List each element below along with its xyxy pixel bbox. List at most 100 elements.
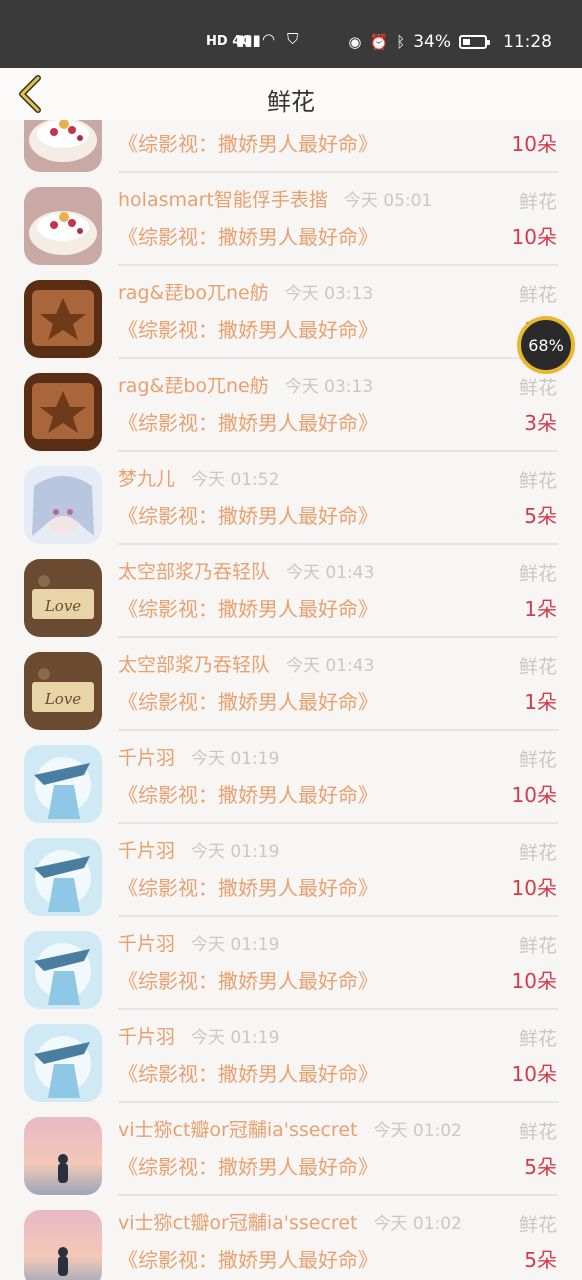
avatar[interactable]: [24, 838, 102, 916]
list-item[interactable]: 千片羽 今天 01:19 鲜花 《综影视：撒娇男人最好命》 10朵: [0, 1012, 582, 1105]
send-time: 今天 01:19: [191, 749, 280, 769]
send-time: 今天 01:19: [191, 842, 280, 862]
bluetooth-icon: ᛒ: [396, 32, 406, 51]
gift-count: 10朵: [511, 225, 557, 249]
list-item[interactable]: 千片羽 今天 01:19 鲜花 《综影视：撒娇男人最好命》 10朵: [0, 733, 582, 826]
gift-count: 10朵: [511, 969, 557, 993]
book-title: 《综影视：撒娇男人最好命》: [118, 132, 378, 156]
list-item[interactable]: 千片羽 今天 01:19 鲜花 《综影视：撒娇男人最好命》 10朵: [0, 919, 582, 1012]
avatar[interactable]: [24, 1210, 102, 1280]
gift-list[interactable]: 《综影视：撒娇男人最好命》 10朵 holasmart智能俘手表揩 今天 05:0…: [0, 120, 582, 1280]
sender-name: 千片羽 今天 01:19: [118, 1022, 279, 1049]
book-title: 《综影视：撒娇男人最好命》: [118, 1155, 378, 1179]
book-title: 《综影视：撒娇男人最好命》: [118, 969, 378, 993]
sender-name: vi士猕ct瓣or冠黼ia'ssecret 今天 01:02: [118, 1208, 462, 1235]
gift-count: 1朵: [524, 597, 557, 621]
gift-type: 鲜花: [518, 656, 557, 678]
send-time: 今天 05:01: [343, 191, 433, 211]
list-item[interactable]: holasmart智能俘手表揩 今天 05:01 鲜花 《综影视：撒娇男人最好命》…: [0, 175, 582, 268]
send-time: 今天 03:13: [284, 284, 374, 304]
gift-count: 10朵: [511, 783, 557, 807]
sender-name-text: 千片羽: [118, 747, 176, 769]
book-title: 《综影视：撒娇男人最好命》: [118, 318, 378, 342]
avatar[interactable]: [24, 466, 102, 544]
gift-type: 鲜花: [518, 377, 557, 399]
row-divider: [118, 636, 558, 638]
sender-name: vi士猕ct瓣or冠黼ia'ssecret 今天 01:02: [118, 1115, 462, 1142]
send-time: 今天 01:43: [286, 656, 375, 676]
send-time: 今天 01:19: [191, 1028, 280, 1048]
gift-type: 鲜花: [518, 749, 557, 771]
avatar[interactable]: [24, 120, 102, 172]
gift-type: 鲜花: [518, 1214, 557, 1236]
sender-name-text: vi士猕ct瓣or冠黼ia'ssecret: [118, 1119, 358, 1141]
floating-progress-ball[interactable]: 68%: [517, 316, 575, 374]
row-divider: [118, 822, 558, 824]
clock: 11:28: [503, 32, 552, 52]
row-divider: [118, 1194, 558, 1196]
sender-name: 千片羽 今天 01:19: [118, 836, 279, 863]
book-title: 《综影视：撒娇男人最好命》: [118, 876, 378, 900]
avatar[interactable]: [24, 931, 102, 1009]
svg-text:Love: Love: [44, 690, 81, 708]
signal-icon: ▮▮▮: [236, 31, 261, 49]
row-divider: [118, 171, 558, 173]
send-time: 今天 03:13: [284, 377, 374, 397]
book-title: 《综影视：撒娇男人最好命》: [118, 411, 378, 435]
list-item[interactable]: rag&琵bo兀ne舫今天 03:13 鲜花 《综影视：撒娇男人最好命》 3朵: [0, 268, 582, 361]
book-title: 《综影视：撒娇男人最好命》: [118, 1248, 378, 1272]
list-item[interactable]: Love 太空部浆乃吞轻队 今天 01:43 鲜花 《综影视：撒娇男人最好命》 1…: [0, 547, 582, 640]
gift-type: 鲜花: [518, 284, 557, 306]
sender-name: 梦九儿 今天 01:52: [118, 464, 279, 491]
book-title: 《综影视：撒娇男人最好命》: [118, 504, 378, 528]
gift-count: 10朵: [511, 876, 557, 900]
send-time: 今天 01:19: [191, 935, 280, 955]
gift-type: 鲜花: [518, 1028, 557, 1050]
row-divider: [118, 729, 558, 731]
gift-type: 鲜花: [518, 842, 557, 864]
list-item[interactable]: 千片羽 今天 01:19 鲜花 《综影视：撒娇男人最好命》 10朵: [0, 826, 582, 919]
list-item[interactable]: 梦九儿 今天 01:52 鲜花 《综影视：撒娇男人最好命》 5朵: [0, 454, 582, 547]
sender-name-text: 太空部浆乃吞轻队: [118, 654, 271, 676]
gift-count: 5朵: [524, 1248, 557, 1272]
book-title: 《综影视：撒娇男人最好命》: [118, 225, 378, 249]
sender-name: 千片羽 今天 01:19: [118, 743, 279, 770]
avatar[interactable]: [24, 1117, 102, 1195]
send-time: 今天 01:43: [286, 563, 375, 583]
sender-name-text: rag&琵bo兀ne舫: [118, 282, 269, 304]
sender-name-text: 千片羽: [118, 933, 176, 955]
sender-name: rag&琵bo兀ne舫 今天 03:13: [118, 371, 373, 398]
sender-name-text: 千片羽: [118, 840, 176, 862]
sender-name-text: rag&琵bo兀ne舫: [118, 375, 269, 397]
sender-name-text: holasmart智能俘手表揩: [118, 189, 328, 211]
list-item[interactable]: Love 太空部浆乃吞轻队 今天 01:43 鲜花 《综影视：撒娇男人最好命》 1…: [0, 640, 582, 733]
avatar[interactable]: [24, 373, 102, 451]
list-item[interactable]: vi士猕ct瓣or冠黼ia'ssecret 今天 01:02 鲜花 《综影视：撒娇…: [0, 1198, 582, 1280]
avatar[interactable]: [24, 745, 102, 823]
gift-type: 鲜花: [518, 1121, 557, 1143]
row-divider: [118, 915, 558, 917]
book-title: 《综影视：撒娇男人最好命》: [118, 783, 378, 807]
list-item[interactable]: 《综影视：撒娇男人最好命》 10朵: [0, 120, 582, 175]
nav-bar: 鲜花: [0, 68, 582, 120]
eye-icon: ◉: [348, 32, 362, 51]
avatar[interactable]: [24, 280, 102, 358]
sender-name: 太空部浆乃吞轻队 今天 01:43: [118, 650, 374, 677]
avatar[interactable]: [24, 187, 102, 265]
sender-name-text: 千片羽: [118, 1026, 176, 1048]
sender-name: 千片羽 今天 01:19: [118, 929, 279, 956]
row-divider: [118, 1101, 558, 1103]
floating-percent: 68%: [528, 335, 564, 355]
avatar[interactable]: Love: [24, 559, 102, 637]
gift-type: 鲜花: [518, 935, 557, 957]
avatar[interactable]: Love: [24, 652, 102, 730]
shield-icon: ⛉: [287, 30, 299, 48]
avatar[interactable]: [24, 1024, 102, 1102]
svg-text:Love: Love: [44, 597, 81, 615]
list-item[interactable]: vi士猕ct瓣or冠黼ia'ssecret 今天 01:02 鲜花 《综影视：撒娇…: [0, 1105, 582, 1198]
battery-percent: 34%: [413, 32, 451, 52]
gift-count: 10朵: [511, 1062, 557, 1086]
gift-count: 5朵: [524, 504, 557, 528]
list-item[interactable]: rag&琵bo兀ne舫今天 03:13 鲜花 《综影视：撒娇男人最好命》 3朵: [0, 361, 582, 454]
sender-name-text: 梦九儿: [118, 468, 176, 490]
